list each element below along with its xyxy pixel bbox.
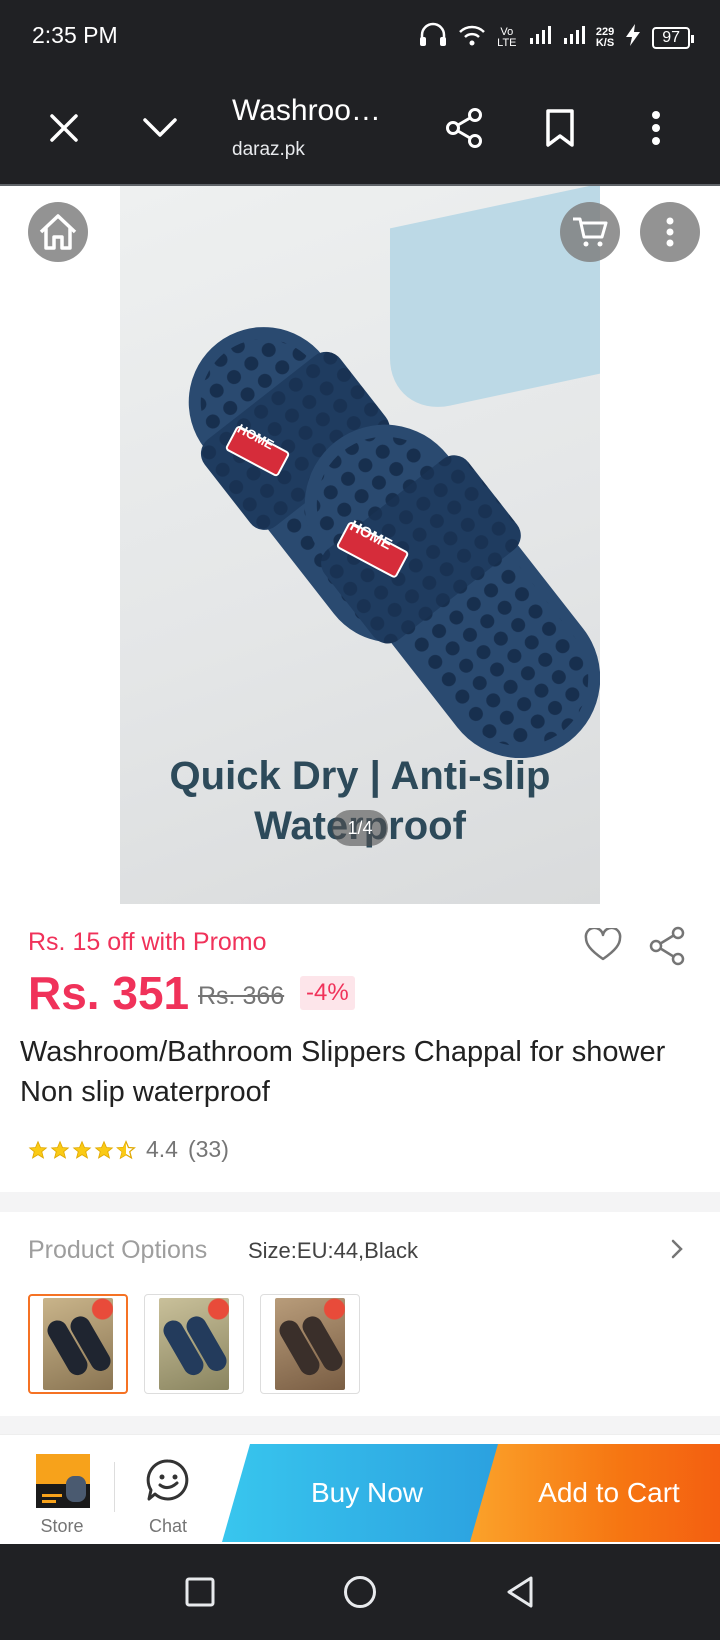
share-button[interactable] [434,98,494,158]
store-label: Store [40,1516,84,1536]
browser-toolbar: Washroo… daraz.pk [0,74,720,186]
net-speed: 229 K/S [595,25,615,49]
home-icon [39,214,77,250]
status-bar: 2:35 PM Vo LTE 229 K/S 97 [0,0,720,74]
options-value[interactable]: Size:EU:44,Black [248,1238,418,1264]
image-counter: 1/4 [332,810,388,846]
options-open-button[interactable] [670,1238,694,1268]
cart-icon [573,217,608,247]
add-to-cart-button[interactable]: Add to Cart [470,1444,720,1542]
store-logo [36,1454,90,1508]
product-title: Washroom/Bathroom Slippers Chappal for s… [20,1036,666,1108]
product-image[interactable]: HOME HOME Quick Dry | Anti-slip Waterpro… [120,186,600,904]
home-button[interactable] [28,202,88,262]
chat-button[interactable]: Chat [126,1444,210,1540]
home-nav-button[interactable] [330,1562,390,1622]
net-speed-unit: K/S [595,36,615,49]
status-icons: Vo LTE 229 K/S 97 [418,22,694,53]
rating-value: 4.4 [146,1136,178,1162]
chevron-down-icon [143,118,177,137]
option-image [43,1298,113,1390]
option-image [275,1298,345,1390]
square-icon [185,1577,215,1607]
rating-row[interactable]: 4.4 (33) [28,1136,229,1163]
action-divider [114,1462,115,1512]
gallery-more-button[interactable] [640,202,700,262]
bookmark-button[interactable] [530,98,590,158]
headphones-icon [418,22,448,53]
system-nav-bar [0,1544,720,1640]
star-half-icon [116,1139,136,1159]
section-divider [0,1192,720,1212]
option-image [159,1298,229,1390]
option-thumb-2[interactable] [144,1294,244,1394]
image-caption-line1: Quick Dry | Anti-slip [169,754,551,798]
back-button[interactable] [490,1562,550,1622]
rating-count: (33) [187,1136,229,1162]
option-thumb-3[interactable] [260,1294,360,1394]
wishlist-button[interactable] [584,926,624,968]
star-icon [50,1140,70,1159]
more-vert-icon [666,217,674,247]
charging-icon [624,23,642,52]
product-share-button[interactable] [648,926,688,968]
discount-badge: -4% [300,976,355,1010]
minimize-button[interactable] [130,98,190,158]
star-rating [28,1139,136,1160]
volte-label: Vo LTE [497,25,517,49]
star-icon [94,1140,114,1159]
star-icon [72,1140,92,1159]
original-price: Rs. 366 [198,982,285,1010]
options-label: Product Options [28,1236,208,1264]
chat-label: Chat [148,1516,188,1536]
chevron-right-icon [671,1239,683,1259]
promo-text: Rs. 15 off with Promo [28,928,267,956]
cart-button[interactable] [560,202,620,262]
more-vert-icon [652,111,660,145]
net-speed-value: 229 [595,25,615,38]
close-icon [50,114,78,142]
share-icon [649,926,685,966]
battery-indicator: 97 [652,26,694,49]
buy-now-button[interactable]: Buy Now [222,1444,512,1542]
store-button[interactable]: Store [20,1444,104,1540]
option-thumb-1[interactable] [28,1294,128,1394]
star-icon [28,1140,48,1159]
page-title: Washroo… [232,94,381,127]
menu-button[interactable] [626,98,686,158]
page-domain: daraz.pk [232,139,305,160]
signal-icon-1 [528,24,552,51]
circle-icon [344,1576,376,1608]
chat-icon [146,1459,189,1501]
heart-icon [584,926,622,961]
signal-icon-2 [562,24,586,51]
bookmark-icon [546,109,574,147]
price: Rs. 351 [28,967,190,1019]
back-triangle-icon [507,1576,533,1608]
section-divider [0,1416,720,1434]
recents-button[interactable] [170,1562,230,1622]
status-time: 2:35 PM [32,22,118,48]
wifi-icon [458,23,486,52]
close-tab-button[interactable] [34,98,94,158]
share-icon [446,108,482,148]
